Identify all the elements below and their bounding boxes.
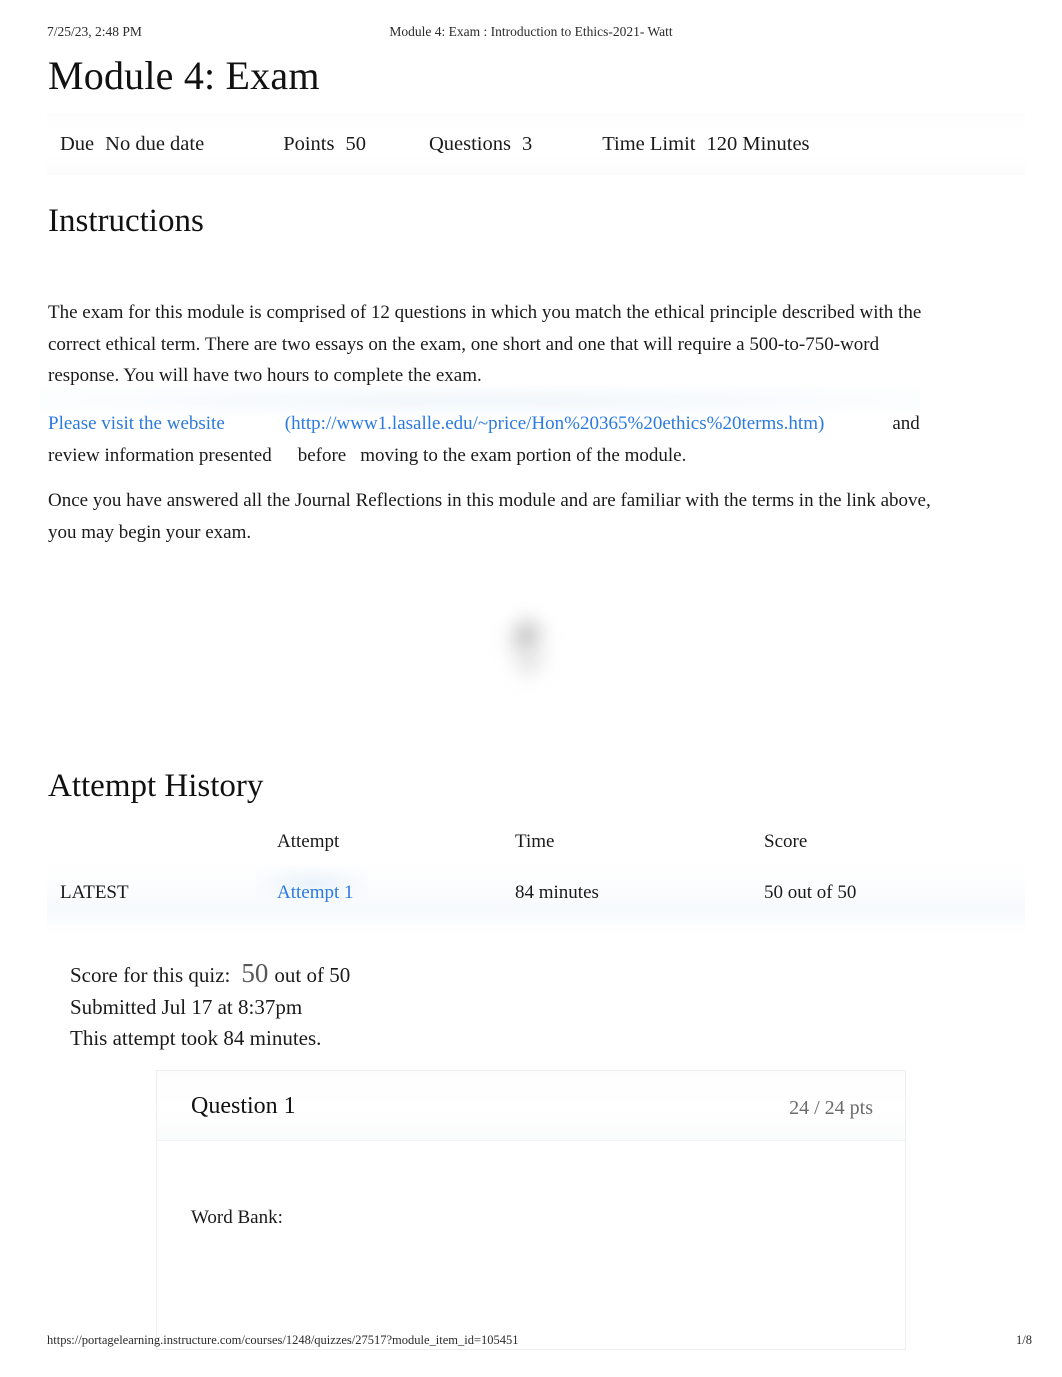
score-for-quiz-line: Score for this quiz: 50 out of 50	[70, 958, 350, 992]
quiz-meta-due-label: Due	[60, 133, 95, 155]
print-footer-url: https://portagelearning.instructure.com/…	[47, 1333, 519, 1347]
quiz-meta-due-value: No due date	[105, 133, 205, 155]
attempt-1-link[interactable]: Attempt 1	[277, 882, 354, 903]
page-content: 7/25/23, 2:48 PM Module 4: Exam : Introd…	[0, 0, 1062, 1377]
quiz-meta-questions-label: Questions	[428, 133, 511, 155]
quiz-meta-time-limit: Time Limit 120 Minutes	[602, 129, 809, 159]
attempt-status-badge: LATEST	[60, 882, 129, 903]
ethics-terms-link-lead[interactable]: Please visit the website	[48, 413, 225, 434]
attempt-time-cell: 84 minutes	[515, 882, 599, 903]
question-1-points: 24 / 24 pts	[789, 1097, 873, 1119]
question-1-title: Question 1	[191, 1093, 296, 1119]
quiz-meta-points: Points 50	[283, 129, 366, 159]
score-value: 50	[241, 958, 269, 988]
instructions-link-line2-a: review information presented	[48, 444, 272, 466]
quiz-meta-row: Due No due date Points 50 Questions 3 Ti…	[47, 113, 1025, 175]
instructions-paragraph-1: The exam for this module is comprised of…	[48, 302, 922, 386]
quiz-meta-due: Due No due date	[60, 129, 204, 159]
instructions-paragraph-2: Please visit the website (http://www1.las…	[48, 408, 968, 471]
column-header-attempt: Attempt	[277, 831, 340, 852]
quiz-meta-time-limit-label: Time Limit	[602, 133, 696, 155]
question-1-body: Word Bank:	[157, 1141, 905, 1349]
attempt-history-heading: Attempt History	[48, 768, 264, 804]
quiz-meta-questions-value: 3	[521, 133, 533, 155]
score-summary: Score for this quiz: 50 out of 50 Submitte…	[70, 958, 350, 1055]
attempt-history-table: Attempt Time Score LATEST Attempt 1 84 m…	[47, 822, 1025, 921]
print-footer-page-number: 1/8	[1016, 1333, 1032, 1347]
print-footer: https://portagelearning.instructure.com/…	[0, 1331, 1062, 1349]
print-header: 7/25/23, 2:48 PM Module 4: Exam : Introd…	[0, 22, 1062, 42]
quiz-meta-points-label: Points	[283, 133, 335, 155]
instructions-link-line2-b: before	[297, 444, 347, 466]
question-1-header: Question 1 24 / 24 pts	[157, 1071, 905, 1141]
attempt-cell: Attempt 1	[277, 867, 515, 921]
page-title: Module 4: Exam	[48, 53, 320, 98]
submitted-timestamp: Submitted Jul 17 at 8:37pm	[70, 994, 303, 1019]
quiz-meta-time-limit-value: 120 Minutes	[706, 133, 810, 155]
table-header-row: Attempt Time Score	[47, 822, 1025, 867]
column-header-time: Time	[515, 831, 555, 852]
instructions-paragraph-3: Once you have answered all the Journal R…	[48, 490, 931, 543]
quiz-meta-strip: Due No due date Points 50 Questions 3 Ti…	[47, 113, 1025, 175]
word-bank-label: Word Bank:	[191, 1207, 283, 1228]
scan-smudge-artifact-secondary	[505, 636, 565, 692]
scan-smudge-artifact	[490, 604, 564, 678]
quiz-meta-points-value: 50	[345, 133, 366, 155]
ethics-terms-link-url[interactable]: (http://www1.lasalle.edu/~price/Hon%2036…	[285, 413, 825, 434]
score-out-of: out of 50	[274, 963, 351, 987]
attempt-score-cell: 50 out of 50	[764, 882, 857, 903]
score-label: Score for this quiz:	[70, 963, 231, 987]
instructions-link-trailing: and	[892, 413, 920, 434]
column-header-status	[47, 822, 277, 867]
quiz-meta-questions: Questions 3	[429, 129, 532, 159]
print-document-title: Module 4: Exam : Introduction to Ethics-…	[389, 24, 673, 39]
attempt-duration: This attempt took 84 minutes.	[70, 1026, 322, 1050]
question-1-box: Question 1 24 / 24 pts Word Bank:	[156, 1070, 906, 1350]
instructions-link-line2-c: moving to the exam portion of the module…	[360, 444, 687, 466]
table-row: LATEST Attempt 1 84 minutes 50 out of 50	[47, 867, 1025, 921]
instructions-heading: Instructions	[48, 203, 204, 239]
column-header-score: Score	[764, 831, 808, 852]
